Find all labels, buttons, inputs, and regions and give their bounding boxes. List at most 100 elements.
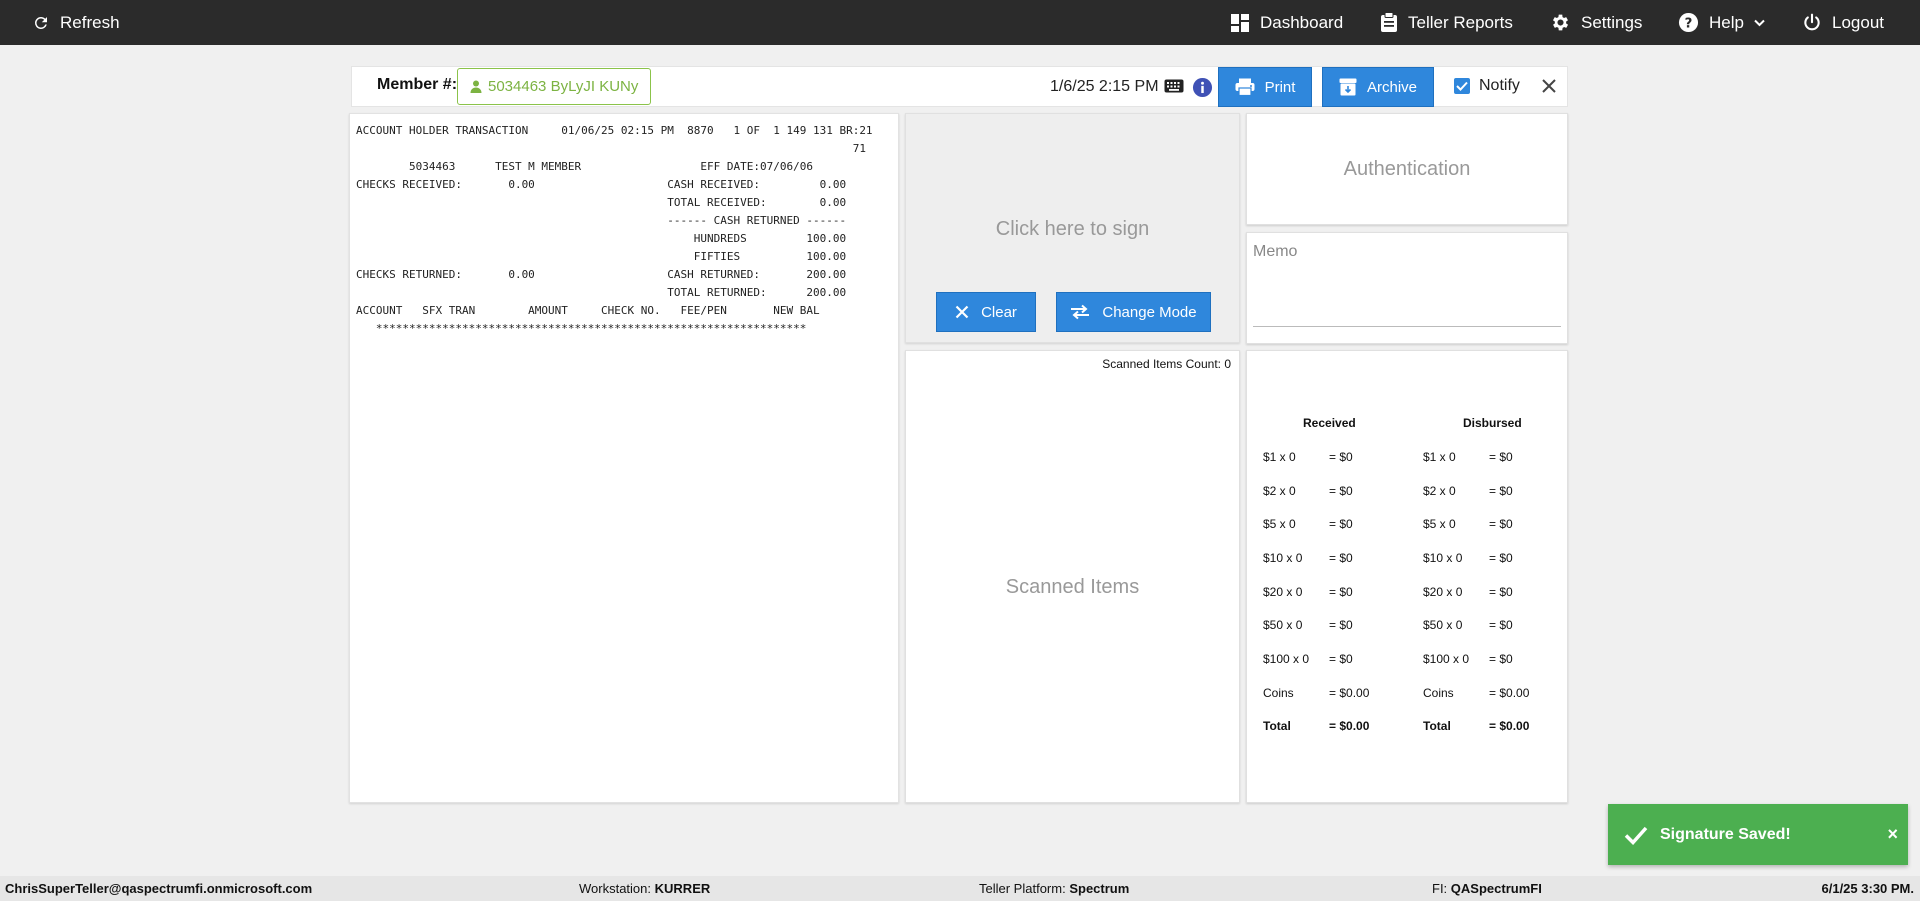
status-bar: ChrisSuperTeller@qaspectrumfi.onmicrosof… [0, 876, 1920, 901]
archive-button[interactable]: Archive [1322, 67, 1434, 107]
member-label: Member #: [377, 76, 458, 93]
denomination: $50 x 0 [1423, 618, 1463, 633]
refresh-button[interactable]: Refresh [32, 0, 120, 45]
cash-row: $100 x 0 = $0 [1263, 642, 1369, 676]
denomination: $100 x 0 [1423, 651, 1470, 666]
amount: = $0 [1489, 651, 1513, 666]
change-mode-button[interactable]: Change Mode [1056, 292, 1211, 332]
receipt-line: TOTAL RECEIVED: 0.00 [356, 196, 847, 209]
keyboard-icon[interactable] [1164, 79, 1184, 93]
amount: = $0 [1489, 517, 1513, 532]
signature-pad[interactable]: Click here to sign Clear Change Mode [905, 113, 1240, 343]
close-icon[interactable] [1540, 77, 1558, 95]
printer-icon [1235, 78, 1255, 96]
help-menu[interactable]: ? Help [1678, 0, 1765, 45]
power-icon [1804, 13, 1820, 30]
authentication-panel[interactable]: Authentication [1246, 113, 1568, 225]
authentication-label: Authentication [1343, 158, 1471, 180]
fi-value: QASpectrumFI [1450, 881, 1542, 896]
cash-row: $20 x 0 = $0 [1423, 575, 1529, 609]
disbursed-column: Disbursed $1 x 0 = $0 $2 x 0 = $0 $5 x 0 = … [1423, 416, 1529, 743]
print-button[interactable]: Print [1218, 67, 1312, 107]
archive-icon [1339, 78, 1357, 96]
archive-label: Archive [1366, 78, 1418, 96]
refresh-label: Refresh [60, 12, 120, 32]
logout-button[interactable]: Logout [1802, 0, 1884, 45]
swap-arrows-icon [1071, 304, 1090, 320]
memo-panel [1246, 232, 1568, 344]
amount: = $0 [1489, 584, 1513, 599]
disbursed-heading: Disbursed [1463, 416, 1522, 430]
amount: = $0 [1329, 517, 1353, 532]
denomination: $2 x 0 [1423, 483, 1456, 498]
info-icon[interactable] [1192, 77, 1213, 98]
denomination: $1 x 0 [1263, 449, 1296, 464]
denomination: Total [1263, 719, 1291, 734]
workstation-value: KURRER [654, 881, 711, 896]
receipt-line: CHECKS RECEIVED: 0.00 CASH RECEIVED: 0.0… [356, 178, 847, 191]
clear-button[interactable]: Clear [936, 292, 1036, 332]
change-mode-label: Change Mode [1102, 303, 1197, 321]
notify-checkbox[interactable] [1454, 78, 1470, 94]
denomination: $1 x 0 [1423, 449, 1456, 464]
cash-row: $2 x 0 = $0 [1263, 474, 1369, 508]
member-value: 5034463 ByLyJI KUNy [488, 78, 639, 95]
denomination: $100 x 0 [1263, 651, 1310, 666]
notify-toggle[interactable]: Notify [1454, 77, 1520, 95]
member-button[interactable]: 5034463 ByLyJI KUNy [457, 68, 651, 105]
receipt-line: CHECKS RETURNED: 0.00 CASH RETURNED: 200… [356, 268, 847, 281]
transaction-header: Member #: 5034463 ByLyJI KUNy 1/6/25 2:1… [351, 66, 1568, 107]
platform-value: Spectrum [1069, 881, 1130, 896]
notify-label: Notify [1479, 77, 1520, 94]
cash-row: $5 x 0 = $0 [1423, 507, 1529, 541]
gear-icon [1552, 14, 1569, 31]
denomination: $10 x 0 [1423, 550, 1463, 565]
sign-prompt[interactable]: Click here to sign [906, 218, 1239, 241]
receipt-line: ACCOUNT SFX TRAN AMOUNT CHECK NO. FEE/PE… [356, 304, 820, 317]
receipt-line: ACCOUNT HOLDER TRANSACTION 01/06/25 02:1… [356, 124, 873, 137]
cash-breakdown-panel: Received $1 x 0 = $0 $2 x 0 = $0 $5 x 0 = $… [1246, 350, 1568, 803]
amount: = $0 [1329, 651, 1353, 666]
denomination: Coins [1263, 685, 1294, 700]
cash-row: $20 x 0 = $0 [1263, 575, 1369, 609]
cash-row: $10 x 0 = $0 [1263, 541, 1369, 575]
cash-row: $1 x 0 = $0 [1423, 440, 1529, 474]
cash-row: $50 x 0 = $0 [1423, 608, 1529, 642]
dashboard-button[interactable]: Dashboard [1230, 0, 1343, 45]
teller-reports-label: Teller Reports [1408, 12, 1513, 32]
settings-label: Settings [1581, 12, 1643, 32]
amount: = $0 [1329, 483, 1353, 498]
teller-reports-button[interactable]: Teller Reports [1380, 0, 1513, 45]
receipt-text: ACCOUNT HOLDER TRANSACTION 01/06/25 02:1… [356, 122, 892, 338]
denomination: $50 x 0 [1263, 618, 1303, 633]
print-label: Print [1264, 78, 1296, 96]
memo-input[interactable] [1253, 243, 1561, 327]
cash-row: $2 x 0 = $0 [1423, 474, 1529, 508]
cash-row: Coins = $0.00 [1423, 676, 1529, 710]
toast-close-button[interactable]: × [1887, 824, 1898, 845]
svg-text:?: ? [1685, 16, 1693, 31]
close-icon [955, 305, 969, 319]
question-icon: ? [1678, 12, 1699, 33]
cash-total-row: Total = $0.00 [1423, 710, 1529, 744]
amount: = $0 [1489, 483, 1513, 498]
amount: = $0 [1489, 618, 1513, 633]
receipt-line: ****************************************… [356, 322, 807, 335]
dashboard-label: Dashboard [1260, 12, 1344, 32]
receipt-line: 71 [356, 142, 866, 155]
cash-row: $5 x 0 = $0 [1263, 507, 1369, 541]
checkmark-icon [1624, 826, 1648, 845]
clipboard-icon [1381, 12, 1397, 32]
amount: = $0 [1489, 550, 1513, 565]
check-icon [1456, 81, 1468, 91]
receipt-line: ------ CASH RETURNED ------ [356, 214, 847, 227]
receipt-line: HUNDREDS 100.00 [356, 232, 847, 245]
amount: = $0.00 [1489, 719, 1530, 734]
chevron-down-icon [1754, 19, 1765, 26]
cash-row: $50 x 0 = $0 [1263, 608, 1369, 642]
settings-button[interactable]: Settings [1550, 0, 1642, 45]
denomination: Total [1423, 719, 1451, 734]
amount: = $0.00 [1489, 685, 1530, 700]
fi-label: FI: [1432, 881, 1448, 896]
cash-total-row: Total = $0.00 [1263, 710, 1369, 744]
